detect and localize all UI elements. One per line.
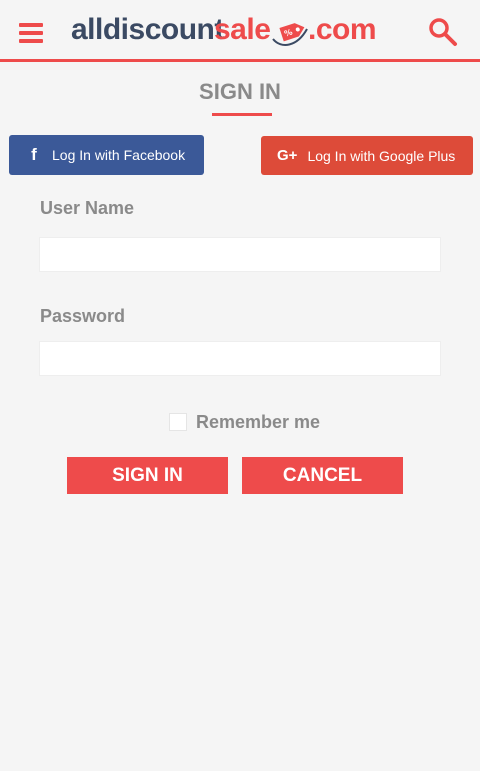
google-plus-icon: G+ (277, 147, 298, 164)
app-header: alldiscount sale % .com (0, 0, 480, 62)
logo-text-com: .com (308, 13, 377, 46)
remember-me-toggle[interactable]: Remember me (169, 410, 320, 434)
password-field[interactable] (39, 341, 441, 376)
sign-in-button[interactable]: SIGN IN (67, 457, 228, 494)
cancel-button[interactable]: CANCEL (242, 457, 403, 494)
google-plus-login-button[interactable]: G+ Log In with Google Plus (261, 136, 473, 175)
remember-me-checkbox[interactable] (169, 413, 187, 431)
password-label: Password (40, 306, 126, 326)
remember-me-label: Remember me (196, 411, 321, 432)
page-title: SIGN IN (199, 79, 281, 104)
logo-text-alldiscount: alldiscount (71, 13, 224, 46)
google-plus-login-label: Log In with Google Plus (307, 147, 456, 164)
site-logo[interactable]: alldiscount sale % .com (71, 13, 377, 49)
username-label: User Name (40, 198, 135, 218)
price-tag-icon: % (272, 23, 308, 46)
facebook-login-button[interactable]: f Log In with Facebook (9, 135, 204, 175)
facebook-icon: f (31, 145, 37, 164)
menu-icon[interactable] (19, 23, 43, 43)
facebook-login-label: Log In with Facebook (52, 147, 186, 163)
username-field[interactable] (39, 237, 441, 272)
logo-text-sale: sale (214, 13, 271, 46)
title-underline (212, 113, 272, 116)
search-icon[interactable] (428, 17, 458, 47)
